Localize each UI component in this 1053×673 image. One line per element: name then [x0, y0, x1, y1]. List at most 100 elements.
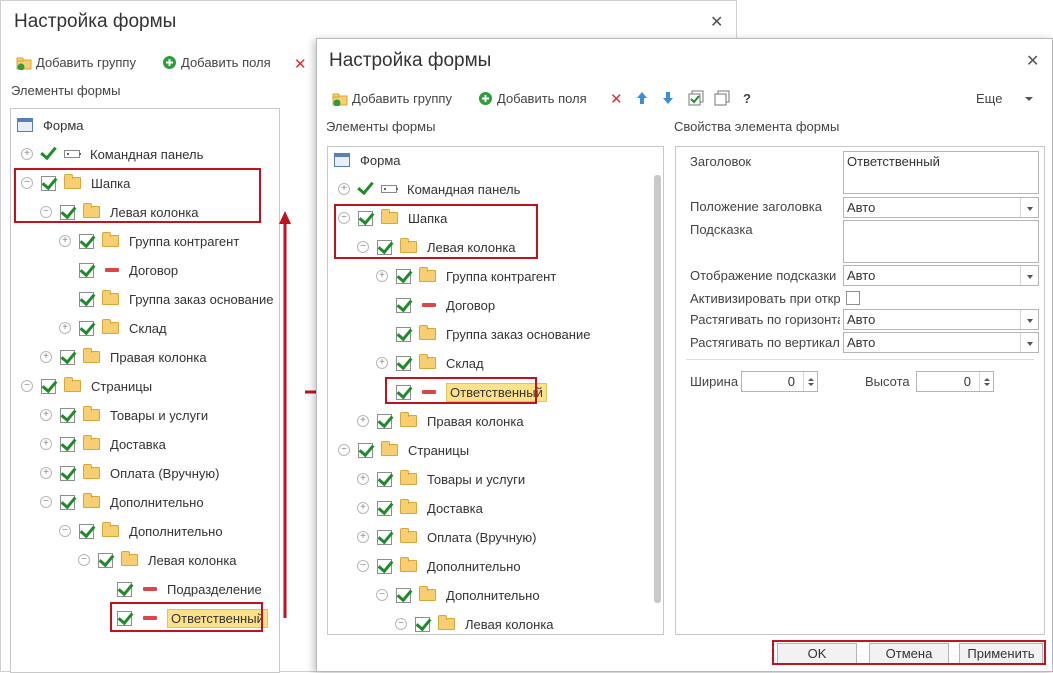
- close-icon[interactable]: ✕: [1026, 51, 1039, 71]
- delete-icon[interactable]: ✕: [610, 90, 623, 108]
- add-fields-button[interactable]: Добавить поля: [478, 91, 587, 106]
- activate-on-open-checkbox[interactable]: [846, 291, 860, 305]
- chevron-down-icon[interactable]: [1020, 310, 1038, 329]
- stretch-vertical-label: Растягивать по вертикали: [690, 335, 840, 350]
- collapse-icon[interactable]: −: [338, 444, 350, 456]
- stretch-horizontal-select[interactable]: Авто: [843, 309, 1039, 330]
- folder-add-icon: [332, 93, 348, 106]
- collapse-icon[interactable]: −: [338, 212, 350, 224]
- field-icon: [422, 390, 436, 394]
- tree-item-form[interactable]: Форма: [334, 148, 401, 172]
- check-all-icon[interactable]: [688, 90, 708, 106]
- apply-button[interactable]: Применить: [959, 643, 1043, 664]
- move-up-icon[interactable]: [636, 91, 652, 105]
- tree-item-order-basis-group[interactable]: Группа заказ основание: [376, 322, 590, 346]
- expand-icon[interactable]: +: [376, 357, 388, 369]
- command-panel-icon: [381, 185, 398, 193]
- expand-icon[interactable]: +: [357, 415, 369, 427]
- height-input[interactable]: 0: [916, 371, 994, 392]
- chevron-down-icon[interactable]: [1020, 198, 1038, 217]
- ok-button[interactable]: OK: [777, 643, 857, 664]
- checkbox[interactable]: [415, 616, 430, 632]
- checkbox[interactable]: [377, 529, 392, 545]
- tree-item-responsible[interactable]: Ответственный: [376, 380, 547, 404]
- spinner-icon[interactable]: [979, 372, 993, 391]
- checkbox[interactable]: [396, 297, 411, 313]
- tooltip-input[interactable]: [843, 220, 1039, 263]
- checkbox[interactable]: [377, 239, 392, 255]
- tooltip-display-select[interactable]: Авто: [843, 265, 1039, 286]
- chevron-down-icon[interactable]: [1020, 333, 1038, 352]
- expand-icon[interactable]: +: [357, 473, 369, 485]
- move-down-icon[interactable]: [662, 91, 678, 105]
- checkbox[interactable]: [396, 268, 411, 284]
- checkbox[interactable]: [396, 384, 411, 400]
- folder-icon: [419, 267, 436, 282]
- expand-icon[interactable]: +: [376, 270, 388, 282]
- folder-icon: [419, 325, 436, 340]
- add-group-button[interactable]: Добавить группу: [332, 91, 452, 106]
- dialog-title: Настройка формы: [329, 50, 492, 71]
- tree-item-pages[interactable]: − Страницы: [338, 438, 469, 462]
- tree-item-right-column[interactable]: + Правая колонка: [357, 409, 524, 433]
- expand-icon[interactable]: +: [357, 502, 369, 514]
- folder-icon: [400, 528, 417, 543]
- checkbox[interactable]: [377, 413, 392, 429]
- folder-icon: [381, 209, 398, 224]
- tree-item-header[interactable]: − Шапка: [338, 206, 447, 230]
- check-icon[interactable]: [358, 182, 373, 197]
- caption-input[interactable]: Ответственный: [843, 151, 1039, 194]
- checkbox[interactable]: [358, 210, 373, 226]
- checkbox[interactable]: [396, 355, 411, 371]
- tree-item-warehouse[interactable]: + Склад: [376, 351, 484, 375]
- checkbox[interactable]: [358, 442, 373, 458]
- collapse-icon[interactable]: −: [357, 560, 369, 572]
- chevron-down-icon: [1025, 96, 1034, 101]
- collapse-icon[interactable]: −: [357, 241, 369, 253]
- folder-icon: [400, 499, 417, 514]
- tree-item-additional[interactable]: − Дополнительно: [357, 554, 521, 578]
- add-group-label: Добавить группу: [352, 91, 452, 106]
- folder-icon: [400, 412, 417, 427]
- tree-item-goods-services[interactable]: + Товары и услуги: [357, 467, 525, 491]
- checkbox[interactable]: [396, 587, 411, 603]
- tooltip-display-label: Отображение подсказки: [690, 268, 837, 283]
- more-menu-button[interactable]: Еще: [976, 91, 1038, 106]
- checkbox[interactable]: [377, 558, 392, 574]
- spinner-icon[interactable]: [803, 372, 817, 391]
- form-elements-tree[interactable]: Форма + Командная панель − Шапка − Левая…: [327, 146, 664, 635]
- front-form-settings-dialog: Настройка формы ✕ Добавить группу Добави…: [316, 38, 1053, 672]
- collapse-icon[interactable]: −: [376, 589, 388, 601]
- checkbox[interactable]: [377, 500, 392, 516]
- plus-circle-icon: [479, 92, 492, 105]
- tree-item-additional-sub[interactable]: − Дополнительно: [376, 583, 540, 607]
- tree-item-contract[interactable]: Договор: [376, 293, 495, 317]
- folder-icon: [419, 586, 436, 601]
- height-label: Высота: [865, 374, 910, 389]
- tree-item-payment[interactable]: + Оплата (Вручную): [357, 525, 536, 549]
- tree-item-left-column[interactable]: − Левая колонка: [357, 235, 516, 259]
- checkbox[interactable]: [377, 471, 392, 487]
- properties-section-label: Свойства элемента формы: [674, 119, 840, 134]
- tree-scrollbar[interactable]: [654, 175, 661, 603]
- tree-item-left-column-2[interactable]: − Левая колонка: [395, 612, 554, 634]
- add-fields-label: Добавить поля: [497, 91, 587, 106]
- caption-position-select[interactable]: Авто: [843, 197, 1039, 218]
- more-label: Еще: [976, 91, 1003, 106]
- uncheck-all-icon[interactable]: [714, 90, 734, 106]
- checkbox[interactable]: [396, 326, 411, 342]
- cancel-button[interactable]: Отмена: [869, 643, 949, 664]
- chevron-down-icon[interactable]: [1020, 266, 1038, 285]
- stretch-vertical-select[interactable]: Авто: [843, 332, 1039, 353]
- collapse-icon[interactable]: −: [395, 618, 407, 630]
- width-label: Ширина: [690, 374, 739, 389]
- expand-icon[interactable]: +: [357, 531, 369, 543]
- folder-icon: [400, 470, 417, 485]
- tree-item-counterparty-group[interactable]: + Группа контрагент: [376, 264, 556, 288]
- expand-icon[interactable]: +: [338, 183, 350, 195]
- tree-item-delivery[interactable]: + Доставка: [357, 496, 483, 520]
- help-button[interactable]: ?: [743, 91, 751, 106]
- width-input[interactable]: 0: [741, 371, 818, 392]
- stretch-horizontal-label: Растягивать по горизонтали: [690, 312, 840, 327]
- tree-item-command-panel[interactable]: + Командная панель: [338, 177, 520, 201]
